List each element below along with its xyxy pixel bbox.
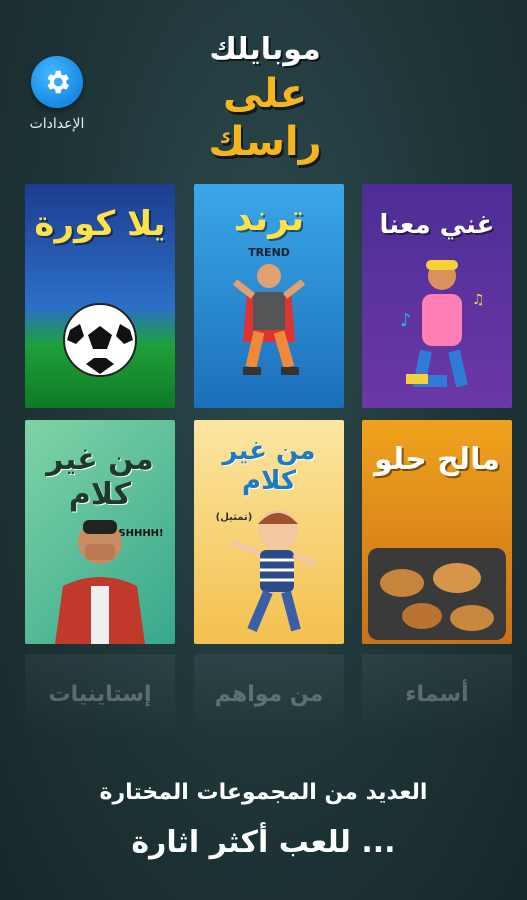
caption-line1: العديد من المجموعات المختارة (99, 780, 428, 805)
category-card-without-words[interactable]: من غير كلام SHHHH! (25, 420, 175, 644)
card-title: يلا كورة (34, 204, 166, 244)
card-title: ترند (233, 198, 305, 239)
logo-line1: موبايلك (209, 32, 321, 67)
faded-category-card: من مواهم (194, 654, 344, 744)
singer-figure-icon: ♪ ♫ (400, 260, 485, 388)
cartoon-boy-icon (230, 510, 318, 632)
svg-text:♫: ♫ (472, 292, 485, 308)
faded-card-title: إستاينيات (48, 682, 152, 707)
category-card-yalla-kora[interactable]: يلا كورة (25, 184, 175, 408)
promo-caption: العديد من المجموعات المختارة للعب أكثر ا… (0, 780, 527, 860)
food-grill-icon (368, 548, 506, 640)
soccer-ball-icon (63, 303, 137, 377)
settings-label: الإعدادات (29, 116, 85, 132)
gear-icon (31, 56, 83, 108)
category-card-salty-sweet[interactable]: مالح حلو (362, 420, 512, 644)
card-subtitle: TREND (248, 246, 290, 259)
person-covering-face-icon (55, 520, 145, 644)
card-title: من غير كلام (222, 436, 316, 496)
logo-line2: على راسك (208, 71, 322, 165)
category-card-trend[interactable]: ترند TREND (194, 184, 344, 408)
person-figure-icon (232, 264, 306, 375)
faded-card-title: من مواهم (214, 682, 324, 707)
svg-text:♪: ♪ (400, 310, 412, 331)
caption-line2: للعب أكثر اثارة ... (131, 825, 396, 860)
settings-button[interactable]: الإعدادات (22, 56, 92, 132)
category-card-sing-with-us[interactable]: غني معنا ♪ ♫ (362, 184, 512, 408)
app-logo: موبايلك على راسك (165, 30, 365, 165)
faded-category-card: أسماء (362, 654, 512, 744)
category-card-without-words-acting[interactable]: من غير كلام (تمثيل) (194, 420, 344, 644)
faded-card-title: أسماء (405, 682, 469, 707)
card-title: مالح حلو (374, 442, 500, 477)
card-title: غني معنا (379, 210, 495, 240)
faded-category-card: إستاينيات (25, 654, 175, 744)
